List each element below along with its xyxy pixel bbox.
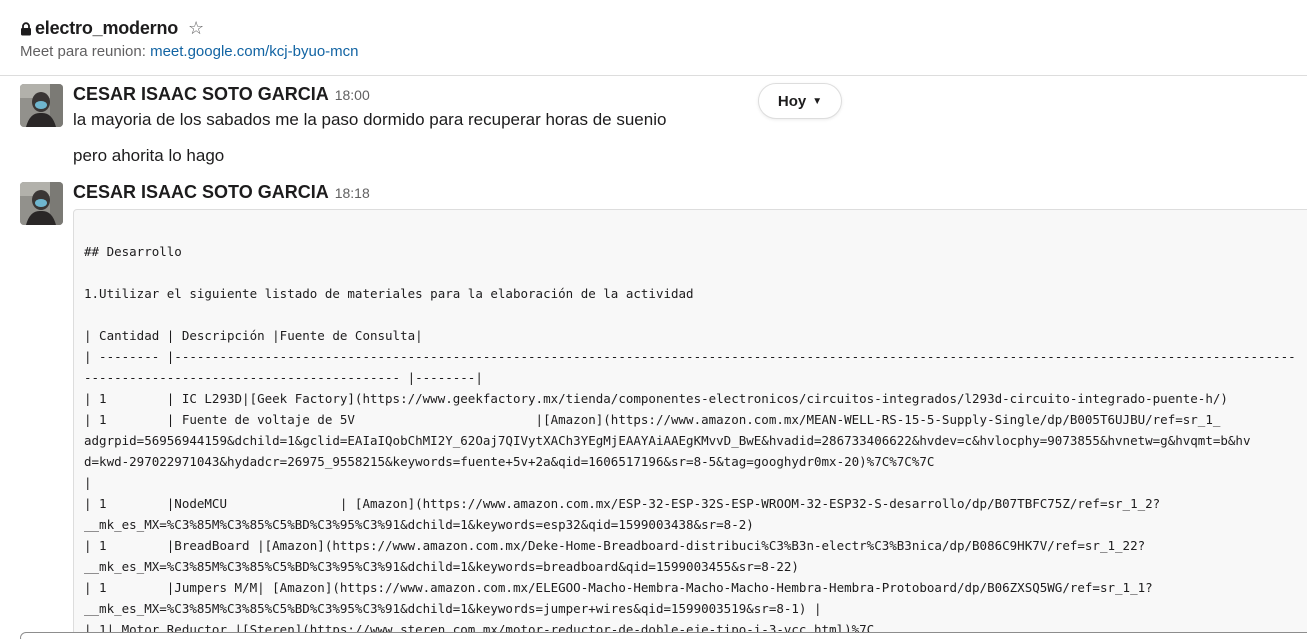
code-line: __mk_es_MX=%C3%85M%C3%85%C5%BD%C3%95%C3%… bbox=[84, 559, 799, 574]
message-text: pero ahorita lo hago bbox=[73, 146, 225, 165]
code-line: | Cantidad | Descripción |Fuente de Cons… bbox=[84, 328, 423, 343]
code-line: | 1 |Jumpers M/M| [Amazon](https://www.a… bbox=[84, 580, 1153, 595]
code-line: | 1 | Fuente de voltaje de 5V |[Amazon](… bbox=[84, 412, 1221, 427]
code-line: | 1 |BreadBoard |[Amazon](https://www.am… bbox=[84, 538, 1146, 553]
code-line: | 1 | IC L293D|[Geek Factory](https://ww… bbox=[84, 391, 1228, 406]
avatar[interactable] bbox=[20, 182, 63, 225]
message-composer[interactable] bbox=[20, 632, 1307, 639]
avatar-image bbox=[20, 84, 63, 127]
channel-header: electro_moderno ☆ Meet para reunion: mee… bbox=[0, 0, 1307, 76]
day-divider-button[interactable]: Hoy ▼ bbox=[758, 83, 842, 119]
channel-name[interactable]: electro_moderno bbox=[35, 18, 178, 39]
code-line: __mk_es_MX=%C3%85M%C3%85%C5%BD%C3%95%C3%… bbox=[84, 601, 822, 616]
topic-text: Meet para reunion: bbox=[20, 43, 151, 60]
chevron-down-icon: ▼ bbox=[812, 95, 823, 107]
code-line: | bbox=[84, 475, 92, 490]
avatar-image bbox=[20, 182, 63, 225]
code-line: __mk_es_MX=%C3%85M%C3%85%C5%BD%C3%95%C3%… bbox=[84, 517, 754, 532]
topic-link[interactable]: meet.google.com/kcj-byuo-mcn bbox=[150, 43, 358, 60]
code-line: | -------- |----------------------------… bbox=[84, 349, 1296, 364]
channel-topic: Meet para reunion: meet.google.com/kcj-b… bbox=[20, 43, 1287, 60]
message-header: CESAR ISAAC SOTO GARCIA 18:00 bbox=[73, 84, 370, 105]
code-line: ## Desarrollo bbox=[84, 244, 182, 259]
message-timestamp[interactable]: 18:00 bbox=[335, 87, 370, 103]
code-line: ----------------------------------------… bbox=[84, 370, 483, 385]
code-block[interactable]: ## Desarrollo 1.Utilizar el siguiente li… bbox=[73, 209, 1307, 639]
lock-icon bbox=[21, 21, 31, 35]
code-line: adgrpid=56956944159&dchild=1&gclid=EAIaI… bbox=[84, 433, 1251, 448]
message-timestamp[interactable]: 18:18 bbox=[335, 185, 370, 201]
code-line: 1.Utilizar el siguiente listado de mater… bbox=[84, 286, 694, 301]
star-icon[interactable]: ☆ bbox=[188, 19, 204, 37]
sender-name[interactable]: CESAR ISAAC SOTO GARCIA bbox=[73, 84, 329, 104]
message-text: la mayoria de los sabados me la paso dor… bbox=[73, 110, 667, 129]
message-list[interactable]: CESAR ISAAC SOTO GARCIA 18:00 la mayoria … bbox=[0, 76, 1307, 639]
code-line: | 1 |NodeMCU | [Amazon](https://www.amaz… bbox=[84, 496, 1161, 511]
avatar[interactable] bbox=[20, 84, 63, 127]
sender-name[interactable]: CESAR ISAAC SOTO GARCIA bbox=[73, 182, 329, 202]
code-line: d=kwd-297022971043&hydadcr=26975_9558215… bbox=[84, 454, 935, 469]
day-divider-label: Hoy bbox=[777, 92, 807, 110]
message: CESAR ISAAC SOTO GARCIA 18:00 la mayoria … bbox=[20, 84, 1220, 174]
channel-title-row: electro_moderno ☆ bbox=[20, 16, 1287, 40]
message-header: CESAR ISAAC SOTO GARCIA 18:18 bbox=[73, 182, 370, 203]
